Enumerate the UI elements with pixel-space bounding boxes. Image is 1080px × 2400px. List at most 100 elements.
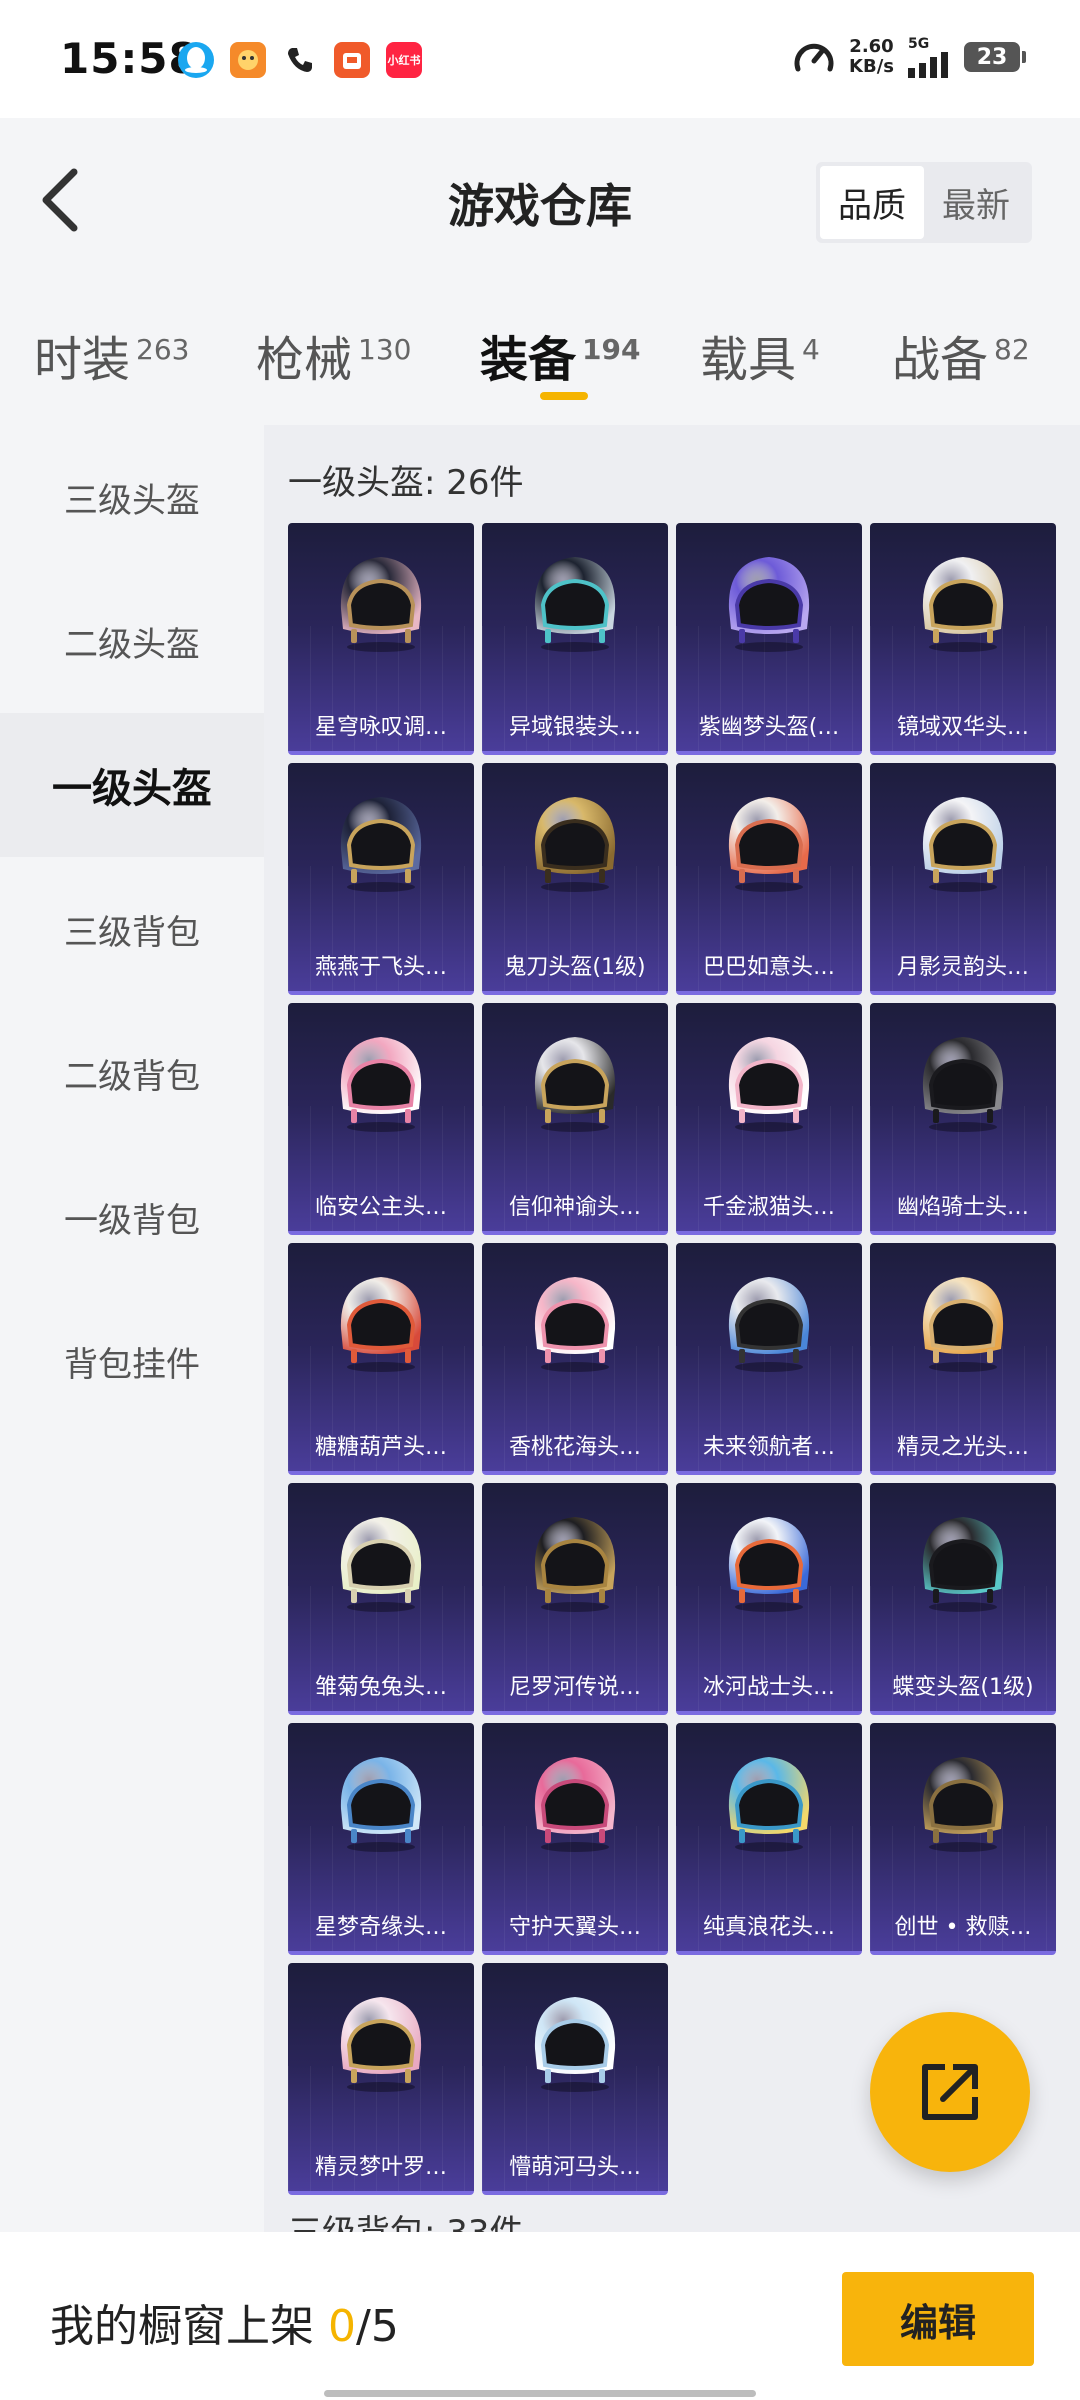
item-card[interactable]: 燕燕于飞头… — [288, 763, 474, 995]
helmet-icon — [340, 1037, 422, 1132]
item-card[interactable]: 精灵梦叶罗… — [288, 1963, 474, 2195]
item-card[interactable]: 临安公主头… — [288, 1003, 474, 1235]
item-name: 守护天翼头… — [508, 1915, 641, 1940]
edit-button[interactable]: 编辑 — [842, 2272, 1034, 2366]
share-export-icon — [922, 2064, 978, 2120]
network-speed: 2.60 KB/s — [849, 36, 894, 77]
item-card[interactable]: 精灵之光头… — [870, 1243, 1056, 1475]
battery-icon: 23 — [964, 42, 1026, 72]
helmet-icon — [728, 1277, 810, 1372]
phone-icon — [282, 42, 318, 78]
sort-quality-button[interactable]: 品质 — [820, 166, 924, 239]
signal-icon — [908, 52, 948, 78]
sidebar-item-level1-helmet[interactable]: 一级头盔 — [0, 713, 264, 857]
showcase-total: /5 — [356, 2301, 399, 2352]
item-card[interactable]: 鬼刀头盔(1级) — [482, 763, 668, 995]
item-name: 紫幽梦头盔(… — [698, 715, 840, 740]
item-card[interactable]: 巴巴如意头… — [676, 763, 862, 995]
item-name: 蝶变头盔(1级) — [892, 1675, 1034, 1700]
xiaohongshu-icon: 小红书 — [386, 42, 422, 78]
item-name: 临安公主头… — [314, 1195, 447, 1220]
item-card[interactable]: 未来领航者… — [676, 1243, 862, 1475]
helmet-icon — [340, 797, 422, 892]
tab-active-indicator — [540, 392, 588, 400]
tab-firearms[interactable]: 枪械 130 — [256, 320, 411, 390]
item-card[interactable]: 冰河战士头… — [676, 1483, 862, 1715]
helmet-icon — [534, 1757, 616, 1852]
helmet-icon — [534, 797, 616, 892]
item-card[interactable]: 月影灵韵头… — [870, 763, 1056, 995]
helmet-icon — [728, 1757, 810, 1852]
helmet-icon — [534, 557, 616, 652]
item-card[interactable]: 千金淑猫头… — [676, 1003, 862, 1235]
tab-fashion[interactable]: 时装 263 — [34, 320, 189, 390]
item-name: 异域银装头… — [508, 715, 641, 740]
helmet-icon — [534, 1997, 616, 2092]
helmet-icon — [922, 1757, 1004, 1852]
item-content: 一级头盔: 26件 星穹咏叹调… 异域银装头… 紫幽梦头盔(… 镜域双华头… 燕燕于飞头… — [264, 425, 1080, 2233]
helmet-icon — [728, 1517, 810, 1612]
item-card[interactable]: 纯真浪花头… — [676, 1723, 862, 1955]
item-name: 星梦奇缘头… — [314, 1915, 447, 1940]
sidebar-item-level2-backpack[interactable]: 二级背包 — [0, 1001, 264, 1145]
home-indicator[interactable] — [324, 2390, 756, 2397]
tab-supplies[interactable]: 战备 82 — [892, 320, 1030, 390]
item-name: 未来领航者… — [702, 1435, 835, 1460]
sort-toggle: 品质 最新 — [816, 162, 1032, 243]
helmet-icon — [340, 1997, 422, 2092]
qq-icon — [178, 42, 214, 78]
helmet-icon — [340, 1277, 422, 1372]
item-card[interactable]: 星梦奇缘头… — [288, 1723, 474, 1955]
item-card[interactable]: 创世 • 救赎… — [870, 1723, 1056, 1955]
item-name: 精灵之光头… — [896, 1435, 1029, 1460]
status-bar: 15:58 小红书 2.60 KB/s 5G 23 — [0, 0, 1080, 118]
sidebar-item-level3-helmet[interactable]: 三级头盔 — [0, 425, 264, 569]
item-card[interactable]: 尼罗河传说… — [482, 1483, 668, 1715]
helmet-icon — [340, 1517, 422, 1612]
item-card[interactable]: 守护天翼头… — [482, 1723, 668, 1955]
item-card[interactable]: 星穹咏叹调… — [288, 523, 474, 755]
share-button[interactable] — [870, 2012, 1030, 2172]
bottom-bar: 我的橱窗上架 0/5 编辑 — [0, 2232, 1080, 2400]
helmet-icon — [922, 1517, 1004, 1612]
item-name: 巴巴如意头… — [702, 955, 835, 980]
subcategory-sidebar: 三级头盔 二级头盔 一级头盔 三级背包 二级背包 一级背包 背包挂件 — [0, 425, 264, 2225]
item-card[interactable]: 香桃花海头… — [482, 1243, 668, 1475]
store-icon — [334, 42, 370, 78]
item-name: 燕燕于飞头… — [314, 955, 447, 980]
item-card[interactable]: 懵萌河马头… — [482, 1963, 668, 2195]
item-card[interactable]: 信仰神谕头… — [482, 1003, 668, 1235]
item-name: 糖糖葫芦头… — [314, 1435, 447, 1460]
item-card[interactable]: 紫幽梦头盔(… — [676, 523, 862, 755]
helmet-icon — [728, 557, 810, 652]
tab-vehicles[interactable]: 载具 4 — [700, 320, 820, 390]
item-name: 尼罗河传说… — [508, 1675, 641, 1700]
game-icon — [230, 42, 266, 78]
helmet-icon — [728, 1037, 810, 1132]
sidebar-item-backpack-charm[interactable]: 背包挂件 — [0, 1289, 264, 1433]
helmet-icon — [728, 797, 810, 892]
sidebar-item-level2-helmet[interactable]: 二级头盔 — [0, 569, 264, 713]
sidebar-item-level3-backpack[interactable]: 三级背包 — [0, 857, 264, 1001]
item-card[interactable]: 雏菊兔兔头… — [288, 1483, 474, 1715]
notification-icons: 小红书 — [178, 42, 422, 78]
helmet-icon — [340, 557, 422, 652]
sidebar-item-level1-backpack[interactable]: 一级背包 — [0, 1145, 264, 1289]
item-name: 信仰神谕头… — [508, 1195, 641, 1220]
showcase-status: 我的橱窗上架 0/5 — [50, 2301, 399, 2352]
item-card[interactable]: 糖糖葫芦头… — [288, 1243, 474, 1475]
item-name: 鬼刀头盔(1级) — [504, 955, 646, 980]
item-card[interactable]: 幽焰骑士头… — [870, 1003, 1056, 1235]
item-card[interactable]: 镜域双华头… — [870, 523, 1056, 755]
tab-equipment[interactable]: 装备 194 — [480, 320, 640, 390]
item-card[interactable]: 异域银装头… — [482, 523, 668, 755]
item-name: 星穹咏叹调… — [314, 715, 447, 740]
network-type: 5G — [908, 36, 930, 52]
item-name: 月影灵韵头… — [896, 955, 1029, 980]
top-nav: 游戏仓库 品质 最新 — [0, 118, 1080, 278]
sort-latest-button[interactable]: 最新 — [924, 166, 1028, 239]
helmet-icon — [534, 1037, 616, 1132]
helmet-icon — [534, 1277, 616, 1372]
item-card[interactable]: 蝶变头盔(1级) — [870, 1483, 1056, 1715]
section-title: 一级头盔: 26件 — [288, 463, 524, 503]
